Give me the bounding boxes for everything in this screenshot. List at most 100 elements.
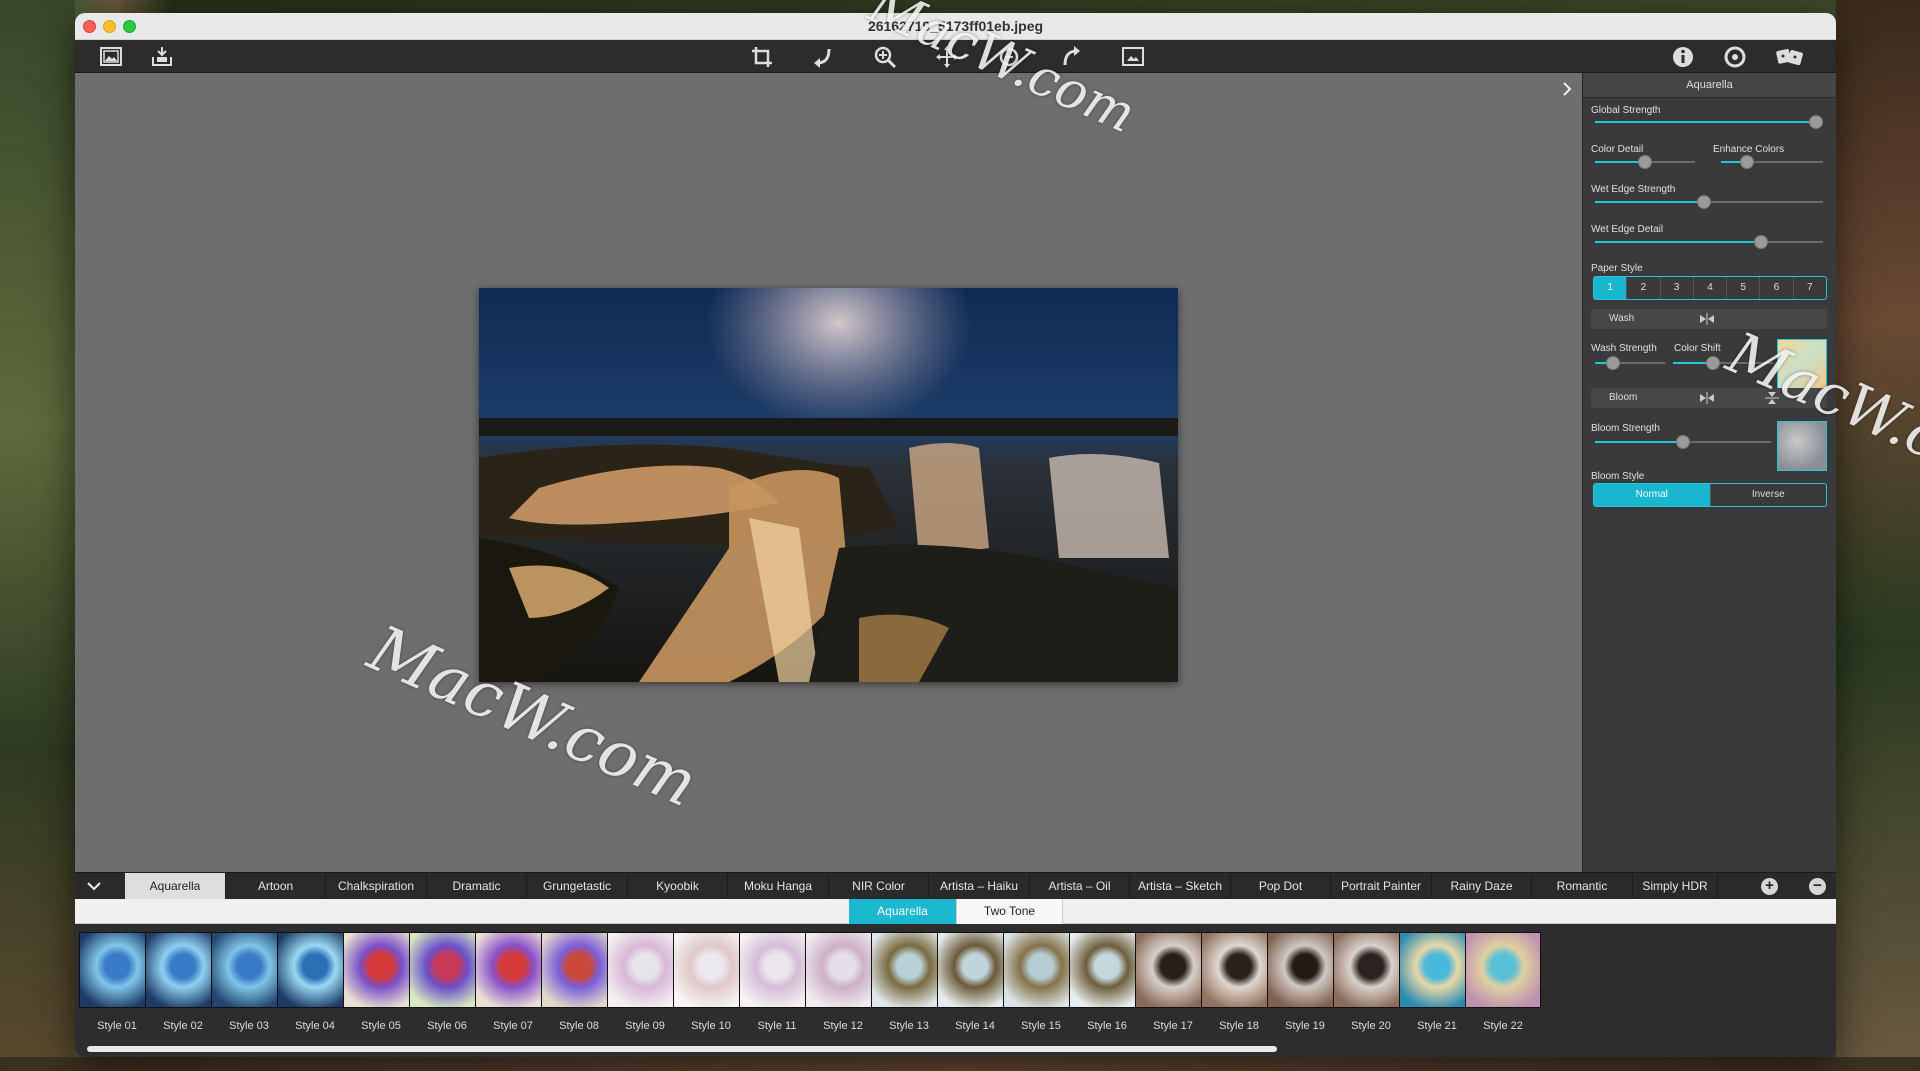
paper-style-option[interactable]: 6 (1760, 277, 1794, 299)
style-thumbnail[interactable]: Style 22 (1465, 932, 1541, 1032)
tab-aquarella[interactable]: Aquarella (125, 873, 226, 900)
wash-texture-thumbnail[interactable] (1777, 339, 1827, 389)
style-thumbnail[interactable]: Style 12 (805, 932, 881, 1032)
wash-strength-slider[interactable] (1595, 356, 1665, 370)
style-label: Style 17 (1153, 1020, 1193, 1032)
style-thumbnail[interactable]: Style 19 (1267, 932, 1343, 1032)
wet-edge-strength-slider[interactable] (1595, 195, 1823, 209)
style-subtabs: Aquarella Two Tone (75, 899, 1836, 924)
paper-style-selector[interactable]: 1234567 (1593, 276, 1827, 300)
redo-icon[interactable] (1059, 45, 1083, 69)
tab-artista-sketch[interactable]: Artista – Sketch (1130, 873, 1231, 900)
style-thumbnail[interactable]: Style 10 (673, 932, 749, 1032)
tab-chalkspiration[interactable]: Chalkspiration (326, 873, 427, 900)
style-thumbnail[interactable]: Style 03 (211, 932, 287, 1032)
style-label: Style 08 (559, 1020, 599, 1032)
add-style-button[interactable]: + (1761, 878, 1778, 895)
split-toggle-icon[interactable] (1699, 313, 1715, 325)
tab-artoon[interactable]: Artoon (226, 873, 326, 900)
bloom-section-header[interactable]: Bloom (1591, 388, 1827, 408)
style-label: Style 09 (625, 1020, 665, 1032)
style-label: Style 18 (1219, 1020, 1259, 1032)
color-shift-label: Color Shift (1674, 343, 1721, 354)
color-shift-slider[interactable] (1673, 356, 1773, 370)
tab-romantic[interactable]: Romantic (1532, 873, 1633, 900)
pan-icon[interactable] (935, 45, 959, 69)
open-image-icon[interactable] (99, 45, 123, 69)
paper-style-option[interactable]: 7 (1794, 277, 1826, 299)
crop-icon[interactable] (750, 45, 774, 69)
style-thumbnail[interactable]: Style 17 (1135, 932, 1211, 1032)
paper-style-option[interactable]: 5 (1727, 277, 1761, 299)
style-thumbnail[interactable]: Style 14 (937, 932, 1013, 1032)
info-icon[interactable] (1671, 45, 1695, 69)
style-preview-image (673, 932, 749, 1008)
tab-dramatic[interactable]: Dramatic (427, 873, 527, 900)
bloom-strength-slider[interactable] (1595, 435, 1771, 449)
style-thumbnail[interactable]: Style 02 (145, 932, 221, 1032)
global-strength-slider[interactable] (1595, 115, 1823, 129)
rotate-icon[interactable] (811, 45, 835, 69)
style-thumbnail[interactable]: Style 07 (475, 932, 551, 1032)
style-thumbnail[interactable]: Style 06 (409, 932, 485, 1032)
title-bar: 26162719_5173ff01eb.jpeg (75, 13, 1836, 40)
global-strength-label: Global Strength (1591, 105, 1661, 116)
style-preview-image (1003, 932, 1079, 1008)
zoom-icon[interactable] (873, 45, 897, 69)
bloom-style-option[interactable]: Normal (1594, 484, 1711, 506)
bloom-texture-thumbnail[interactable] (1777, 421, 1827, 471)
enhance-colors-slider[interactable] (1721, 155, 1823, 169)
tab-rainy-daze[interactable]: Rainy Daze (1432, 873, 1532, 900)
style-thumbnail[interactable]: Style 11 (739, 932, 815, 1032)
style-thumbnail[interactable]: Style 20 (1333, 932, 1409, 1032)
image-canvas[interactable] (75, 73, 1582, 872)
style-thumbnail[interactable]: Style 21 (1399, 932, 1475, 1032)
style-thumbnail[interactable]: Style 16 (1069, 932, 1145, 1032)
tab-pop-dot[interactable]: Pop Dot (1231, 873, 1331, 900)
style-label: Style 06 (427, 1020, 467, 1032)
style-preview-image (145, 932, 221, 1008)
style-thumbnail[interactable]: Style 05 (343, 932, 419, 1032)
tab-artista-haiku[interactable]: Artista – Haiku (929, 873, 1030, 900)
paper-style-option[interactable]: 2 (1627, 277, 1661, 299)
chevron-right-icon[interactable] (1559, 81, 1575, 97)
bloom-style-selector[interactable]: Normal Inverse (1593, 483, 1827, 507)
bloom-style-option[interactable]: Inverse (1711, 484, 1827, 506)
style-thumbnail[interactable]: Style 01 (79, 932, 155, 1032)
subtab-aquarella[interactable]: Aquarella (849, 899, 956, 924)
tab-actions: + − (1741, 873, 1836, 900)
horizontal-scrollbar[interactable] (87, 1046, 1277, 1052)
style-thumbnail[interactable]: Style 04 (277, 932, 353, 1032)
style-preview-image (1201, 932, 1277, 1008)
color-detail-slider[interactable] (1595, 155, 1695, 169)
tab-moku-hanga[interactable]: Moku Hanga (728, 873, 829, 900)
paper-style-option[interactable]: 4 (1694, 277, 1728, 299)
style-thumbnail[interactable]: Style 13 (871, 932, 947, 1032)
random-icon[interactable] (1775, 45, 1805, 69)
tab-portrait-painter[interactable]: Portrait Painter (1331, 873, 1432, 900)
tab-kyoobik[interactable]: Kyoobik (628, 873, 728, 900)
tab-nir-color[interactable]: NIR Color (829, 873, 929, 900)
tab-artista-oil[interactable]: Artista – Oil (1030, 873, 1130, 900)
style-preview-image (1333, 932, 1409, 1008)
remove-style-button[interactable]: − (1809, 878, 1826, 895)
vertical-split-icon[interactable] (1765, 391, 1779, 405)
wash-section-header[interactable]: Wash (1591, 309, 1827, 329)
settings-icon[interactable] (1723, 45, 1747, 69)
collapse-strip-button[interactable] (75, 873, 125, 900)
settings-panel: Aquarella Global Strength Color Detail E… (1582, 73, 1836, 872)
style-thumbnail[interactable]: Style 18 (1201, 932, 1277, 1032)
style-thumbnail[interactable]: Style 08 (541, 932, 617, 1032)
tab-grungetastic[interactable]: Grungetastic (527, 873, 628, 900)
tab-simply-hdr[interactable]: Simply HDR (1633, 873, 1718, 900)
split-toggle-icon[interactable] (1699, 392, 1715, 404)
paper-style-option[interactable]: 1 (1594, 277, 1628, 299)
compare-icon[interactable] (1121, 45, 1145, 69)
subtab-two-tone[interactable]: Two Tone (956, 899, 1063, 924)
save-icon[interactable] (150, 45, 174, 69)
paper-style-option[interactable]: 3 (1661, 277, 1694, 299)
undo-icon[interactable] (997, 45, 1021, 69)
wet-edge-detail-slider[interactable] (1595, 235, 1823, 249)
style-thumbnail[interactable]: Style 09 (607, 932, 683, 1032)
style-thumbnail[interactable]: Style 15 (1003, 932, 1079, 1032)
